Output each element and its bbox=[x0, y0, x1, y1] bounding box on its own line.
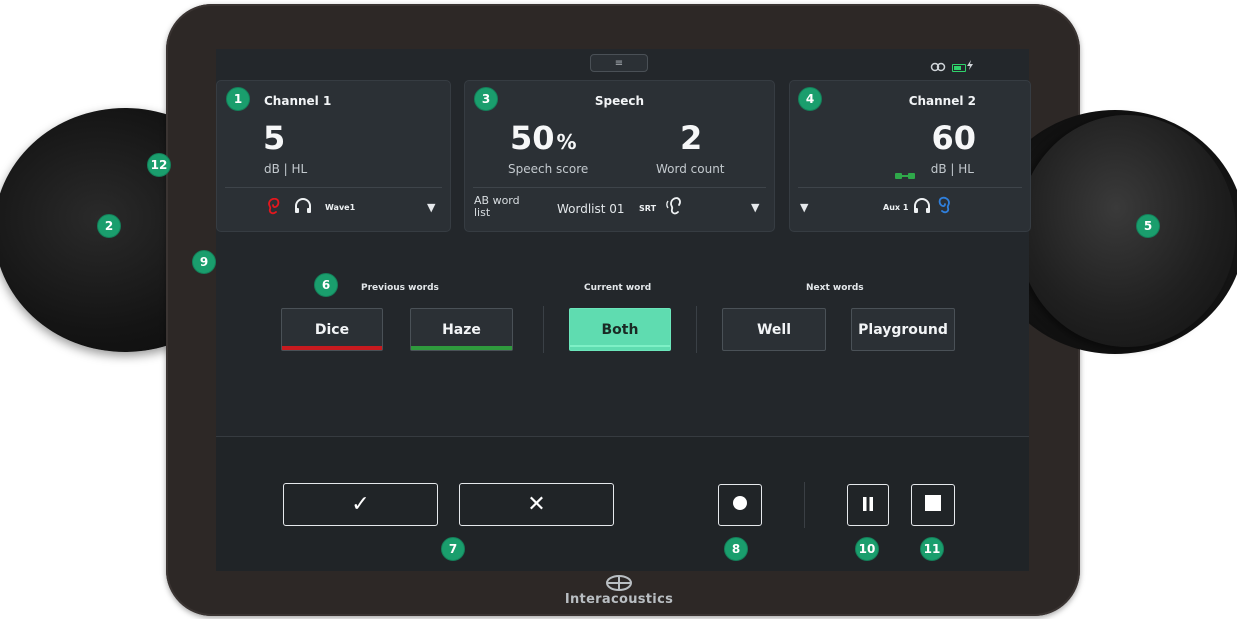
battery-level bbox=[954, 66, 961, 70]
previous-words-label: Previous words bbox=[361, 283, 439, 293]
channel2-input-label: Aux 1 bbox=[883, 203, 909, 212]
stop-icon bbox=[925, 495, 941, 515]
next-words-label: Next words bbox=[806, 283, 864, 293]
current-word-button[interactable]: Both bbox=[569, 308, 671, 351]
channel2-level: 60 bbox=[931, 119, 976, 157]
channel1-card[interactable]: Channel 1 5 dB | HL Wave1 ▼ bbox=[216, 80, 451, 232]
card-divider bbox=[473, 187, 766, 188]
word-count-label: Word count bbox=[656, 162, 725, 176]
battery-icon bbox=[952, 64, 966, 72]
record-icon bbox=[732, 495, 748, 515]
current-word-label: Current word bbox=[584, 283, 652, 293]
hearing-icon bbox=[665, 196, 685, 220]
current-indicator bbox=[570, 345, 670, 347]
headphones-icon bbox=[913, 198, 931, 218]
speech-score-number: 50 bbox=[510, 119, 555, 157]
right-ear-icon bbox=[938, 196, 952, 218]
menu-handle-button[interactable]: ≡ bbox=[590, 54, 648, 72]
word-divider bbox=[696, 306, 697, 353]
stop-button[interactable] bbox=[911, 484, 955, 526]
previous-word-text: Haze bbox=[442, 321, 481, 338]
current-word-text: Both bbox=[601, 321, 639, 338]
channel1-level: 5 bbox=[263, 119, 286, 157]
previous-word-button[interactable]: Dice bbox=[281, 308, 383, 351]
insert-phones-icon bbox=[895, 165, 915, 184]
speech-score-label: Speech score bbox=[508, 162, 589, 176]
headphones-icon bbox=[294, 198, 312, 218]
next-word-button[interactable]: Playground bbox=[851, 308, 955, 351]
charging-icon bbox=[967, 60, 973, 73]
callout-badge: 1 bbox=[226, 87, 250, 111]
word-count-value: 2 bbox=[680, 119, 703, 157]
channel2-card[interactable]: Channel 2 60 dB | HL ▼ Aux 1 bbox=[789, 80, 1031, 232]
speech-score-unit: % bbox=[556, 130, 577, 154]
pause-icon bbox=[862, 496, 874, 515]
channel2-title: Channel 2 bbox=[908, 94, 976, 108]
control-divider bbox=[804, 482, 805, 528]
word-divider bbox=[543, 306, 544, 353]
speech-title: Speech bbox=[594, 94, 645, 108]
list-type-label: AB word list bbox=[474, 194, 520, 219]
channel1-unit: dB | HL bbox=[264, 162, 308, 176]
wordlist-label: Wordlist 01 bbox=[557, 202, 625, 216]
link-icon bbox=[930, 62, 946, 75]
channel1-title: Channel 1 bbox=[264, 94, 332, 108]
menu-icon: ≡ bbox=[614, 57, 624, 69]
correct-indicator bbox=[411, 346, 512, 350]
channel2-unit: dB | HL bbox=[930, 162, 974, 176]
callout-badge: 6 bbox=[314, 273, 338, 297]
callout-badge: 3 bbox=[474, 87, 498, 111]
pause-button[interactable] bbox=[847, 484, 889, 526]
speech-dropdown-caret-icon[interactable]: ▼ bbox=[751, 201, 759, 214]
stimulus-label: Wave1 bbox=[325, 203, 356, 212]
incorrect-button[interactable]: ✕ bbox=[459, 483, 614, 526]
right-rotary-knob[interactable] bbox=[1018, 115, 1236, 347]
callout-badge: 10 bbox=[855, 537, 879, 561]
record-button[interactable] bbox=[718, 484, 762, 526]
channel2-dropdown-caret-icon[interactable]: ▼ bbox=[800, 201, 808, 214]
channel1-dropdown-caret-icon[interactable]: ▼ bbox=[427, 201, 435, 214]
incorrect-indicator bbox=[282, 346, 382, 350]
brand-name: Interacoustics bbox=[564, 592, 674, 607]
callout-badge: 11 bbox=[920, 537, 944, 561]
card-divider bbox=[225, 187, 442, 188]
previous-word-text: Dice bbox=[314, 321, 350, 338]
callout-badge: 7 bbox=[441, 537, 465, 561]
test-type-label: SRT bbox=[639, 204, 657, 213]
callout-badge: 12 bbox=[147, 153, 171, 177]
next-word-text: Well bbox=[756, 321, 792, 338]
callout-badge: 5 bbox=[1136, 214, 1160, 238]
cross-icon: ✕ bbox=[527, 492, 546, 517]
correct-button[interactable]: ✓ bbox=[283, 483, 438, 526]
left-ear-icon bbox=[266, 197, 280, 219]
callout-badge: 2 bbox=[97, 214, 121, 238]
callout-badge: 9 bbox=[192, 250, 216, 274]
next-word-text: Playground bbox=[858, 321, 948, 338]
bottom-divider bbox=[216, 436, 1029, 437]
callout-badge: 8 bbox=[724, 537, 748, 561]
check-icon: ✓ bbox=[351, 492, 370, 517]
card-divider bbox=[798, 187, 1022, 188]
speech-score-value: 50% bbox=[510, 119, 577, 157]
speech-card[interactable]: Speech 50% Speech score 2 Word count AB … bbox=[464, 80, 775, 232]
next-word-button[interactable]: Well bbox=[722, 308, 826, 351]
callout-badge: 4 bbox=[798, 87, 822, 111]
previous-word-button[interactable]: Haze bbox=[410, 308, 513, 351]
